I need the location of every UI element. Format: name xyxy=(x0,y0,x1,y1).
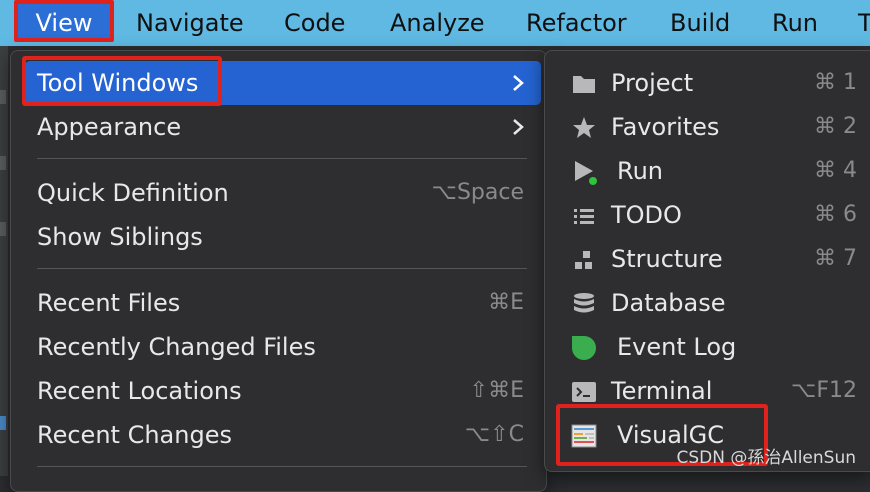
menu-analyze[interactable]: Analyze xyxy=(390,0,485,46)
menu-item-label: Tool Windows xyxy=(37,69,199,97)
terminal-icon xyxy=(572,382,596,402)
shortcut-text: ⌘ 7 xyxy=(814,246,857,271)
menu-item-quick-definition[interactable]: Quick Definition ⌥Space xyxy=(11,171,546,215)
menu-item-label: Recently Changed Files xyxy=(37,333,316,361)
chevron-right-icon xyxy=(513,119,524,135)
submenu-item-label: Structure xyxy=(611,245,723,273)
submenu-item-label: Project xyxy=(611,69,694,97)
strip-mark xyxy=(0,90,6,104)
shortcut-text: ⌥Space xyxy=(431,180,524,205)
menu-item-label: Show Siblings xyxy=(37,223,203,251)
menu-separator xyxy=(37,466,527,467)
star-icon xyxy=(573,117,595,138)
menu-item-label: Recent Locations xyxy=(37,377,242,405)
folder-icon xyxy=(573,76,595,93)
chevron-right-icon xyxy=(513,75,524,91)
shortcut-text: ⌥F12 xyxy=(791,378,857,403)
menu-item-appearance[interactable]: Appearance xyxy=(11,105,546,149)
menu-tools-truncated[interactable]: T xyxy=(858,0,870,46)
menu-item-show-siblings[interactable]: Show Siblings xyxy=(11,215,546,259)
submenu-item-structure[interactable]: Structure ⌘ 7 xyxy=(545,237,870,281)
shortcut-text: ⌘ 2 xyxy=(814,114,857,139)
strip-mark xyxy=(0,156,6,170)
tool-windows-submenu: Project ⌘ 1 Favorites ⌘ 2 Run ⌘ 4 TODO ⌘… xyxy=(544,50,870,472)
submenu-item-favorites[interactable]: Favorites ⌘ 2 xyxy=(545,105,870,149)
submenu-item-label: Terminal xyxy=(611,377,713,405)
menu-item-tool-windows[interactable]: Tool Windows xyxy=(11,61,546,105)
shortcut-text: ⌘E xyxy=(488,290,524,315)
view-menu-dropdown: Tool Windows Appearance Quick Definition… xyxy=(10,50,547,492)
shortcut-text: ⌘ 1 xyxy=(814,70,857,95)
submenu-item-database[interactable]: Database xyxy=(545,281,870,325)
menu-item-recently-changed-files[interactable]: Recently Changed Files xyxy=(11,325,546,369)
shortcut-text: ⇧⌘E xyxy=(469,378,524,403)
shortcut-text: ⌘ 6 xyxy=(814,202,857,227)
submenu-item-project[interactable]: Project ⌘ 1 xyxy=(545,61,870,105)
menu-item-label: Recent Files xyxy=(37,289,181,317)
todo-list-icon xyxy=(574,209,594,224)
menu-refactor[interactable]: Refactor xyxy=(526,0,627,46)
submenu-item-run[interactable]: Run ⌘ 4 xyxy=(545,149,870,193)
menu-separator xyxy=(37,268,527,269)
run-icon xyxy=(575,161,597,185)
menu-view[interactable]: View xyxy=(14,0,114,42)
menu-item-recent-files[interactable]: Recent Files ⌘E xyxy=(11,281,546,325)
submenu-item-todo[interactable]: TODO ⌘ 6 xyxy=(545,193,870,237)
menu-navigate[interactable]: Navigate xyxy=(136,0,244,46)
shortcut-text: ⌥⇧C xyxy=(464,422,524,447)
shortcut-text: ⌘ 4 xyxy=(814,158,857,183)
event-log-icon xyxy=(572,336,596,360)
submenu-item-label: Event Log xyxy=(617,333,737,361)
submenu-item-event-log[interactable]: Event Log xyxy=(545,325,870,369)
submenu-item-label: TODO xyxy=(611,201,682,229)
ide-background-strip xyxy=(0,46,8,476)
strip-mark xyxy=(0,416,6,430)
menu-run[interactable]: Run xyxy=(772,0,818,46)
database-icon xyxy=(574,293,594,313)
menu-item-recent-locations[interactable]: Recent Locations ⇧⌘E xyxy=(11,369,546,413)
menu-code[interactable]: Code xyxy=(284,0,345,46)
menu-separator xyxy=(37,158,527,159)
structure-icon xyxy=(575,251,592,269)
submenu-item-label: Run xyxy=(617,157,664,185)
submenu-item-label: Favorites xyxy=(611,113,720,141)
submenu-item-label: Database xyxy=(611,289,726,317)
menu-bar: View Navigate Code Analyze Refactor Buil… xyxy=(0,0,870,46)
menu-item-label: Quick Definition xyxy=(37,179,229,207)
submenu-item-terminal[interactable]: Terminal ⌥F12 xyxy=(545,369,870,413)
strip-mark xyxy=(0,222,6,236)
menu-build[interactable]: Build xyxy=(670,0,730,46)
watermark: CSDN @孫治AllenSun xyxy=(676,448,856,468)
menu-item-label: Appearance xyxy=(37,113,182,141)
visualgc-icon xyxy=(571,424,597,448)
menu-item-recent-changes[interactable]: Recent Changes ⌥⇧C xyxy=(11,413,546,457)
menu-item-label: Recent Changes xyxy=(37,421,232,449)
